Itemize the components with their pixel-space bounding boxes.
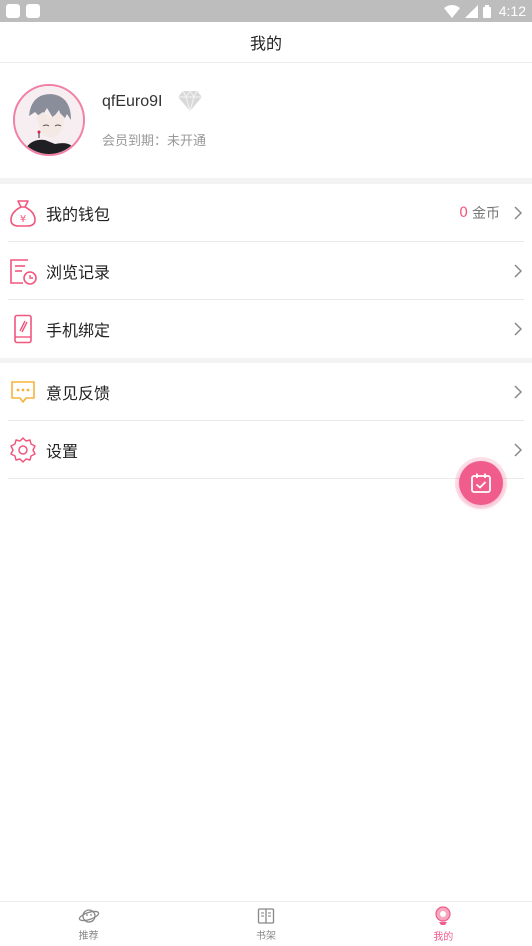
notification-icon — [6, 4, 20, 18]
page-title: 我的 — [249, 34, 282, 53]
chevron-right-icon — [514, 264, 522, 278]
chevron-right-icon — [514, 443, 522, 457]
divider — [8, 478, 524, 479]
menu-item-settings[interactable]: 设置 — [0, 421, 532, 479]
menu-label: 意见反馈 — [46, 384, 111, 403]
membership-status: 会员到期：未开通 — [102, 134, 207, 149]
calendar-check-icon — [471, 473, 491, 493]
planet-icon — [78, 908, 99, 923]
profile-card[interactable]: qfEuro9I 会员到期：未开通 — [0, 63, 532, 178]
phone-icon — [8, 314, 38, 344]
chevron-right-icon — [514, 322, 522, 336]
notification-icon — [26, 4, 40, 18]
battery-icon — [482, 4, 491, 18]
signal-icon — [464, 4, 478, 18]
wifi-icon — [443, 4, 460, 18]
title-bar: 我的 — [0, 22, 532, 63]
tab-recommend[interactable]: 推荐 — [0, 902, 177, 946]
status-bar: 4:12 — [0, 0, 532, 22]
menu-item-history[interactable]: 浏览记录 — [0, 242, 532, 300]
chevron-right-icon — [514, 385, 522, 399]
chevron-right-icon — [514, 206, 522, 220]
tab-mine[interactable]: 我的 — [355, 902, 532, 946]
menu-item-phone-binding[interactable]: 手机绑定 — [0, 300, 532, 358]
coin-count: 0 — [459, 205, 468, 221]
username: qfEuro9I — [102, 93, 163, 110]
avatar-image — [15, 86, 83, 154]
menu-item-wallet[interactable]: ¥ 我的钱包 0 金币 — [0, 184, 532, 242]
vip-diamond-icon[interactable] — [177, 90, 203, 112]
svg-text:¥: ¥ — [20, 214, 26, 225]
history-icon — [8, 256, 38, 286]
clock: 4:12 — [498, 3, 526, 19]
menu-label: 设置 — [46, 442, 79, 461]
tab-label: 我的 — [433, 931, 454, 943]
bottom-tab-bar: 推荐 书架 我的 — [0, 901, 532, 946]
wallet-icon: ¥ — [8, 198, 38, 228]
avatar[interactable] — [13, 84, 85, 156]
feedback-icon — [8, 377, 38, 407]
tab-label: 书架 — [255, 930, 276, 942]
coin-unit: 金币 — [472, 206, 500, 222]
menu-item-feedback[interactable]: 意见反馈 — [0, 363, 532, 421]
tab-bookshelf[interactable]: 书架 — [177, 902, 354, 946]
book-icon — [257, 907, 275, 924]
check-in-button[interactable] — [459, 461, 503, 505]
menu-label: 手机绑定 — [46, 321, 111, 340]
menu-label: 浏览记录 — [46, 263, 111, 282]
coin-balance: 0 金币 — [459, 203, 500, 223]
settings-icon — [8, 435, 38, 465]
profile-icon — [435, 905, 451, 925]
menu-label: 我的钱包 — [46, 205, 111, 224]
tab-label: 推荐 — [78, 930, 99, 942]
